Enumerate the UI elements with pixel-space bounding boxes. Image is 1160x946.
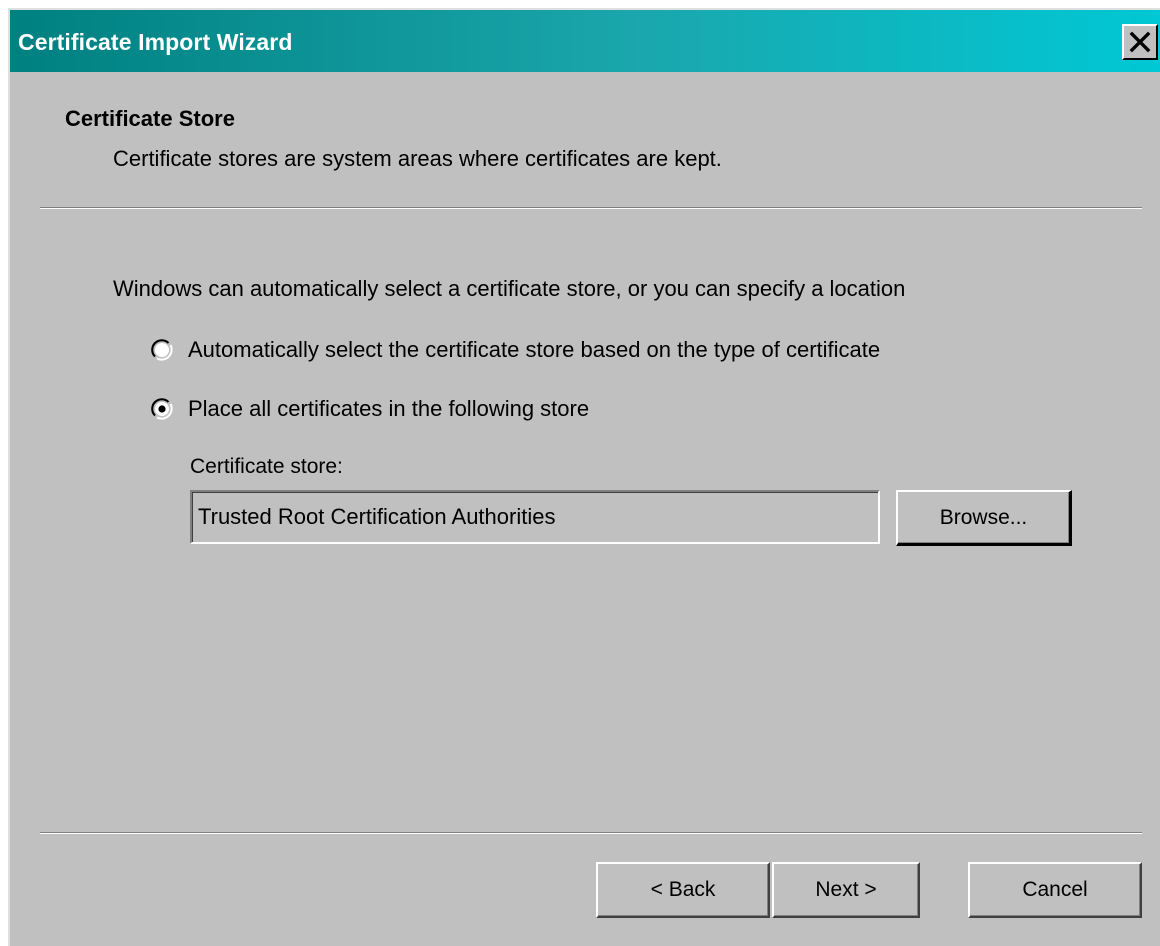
close-button[interactable]	[1122, 24, 1158, 60]
certificate-store-field[interactable]	[190, 490, 880, 544]
close-icon	[1129, 31, 1151, 53]
page-subtitle: Certificate stores are system areas wher…	[113, 146, 722, 171]
back-button[interactable]: < Back	[596, 862, 770, 918]
page-title: Certificate Store	[65, 106, 235, 131]
next-button[interactable]: Next >	[772, 862, 920, 918]
header-divider	[40, 207, 1142, 209]
cancel-button[interactable]: Cancel	[968, 862, 1142, 918]
footer-divider	[40, 832, 1142, 834]
intro-text: Windows can automatically select a certi…	[113, 276, 906, 301]
auto-select-label: Automatically select the certificate sto…	[188, 337, 881, 362]
radio-dot-icon	[158, 405, 166, 413]
certificate-store-label: Certificate store:	[190, 455, 343, 478]
browse-button[interactable]: Browse...	[896, 490, 1072, 546]
window-title: Certificate Import Wizard	[18, 29, 293, 55]
place-in-store-radio[interactable]	[150, 397, 174, 421]
place-in-store-option[interactable]: Place all certificates in the following …	[150, 396, 589, 422]
auto-select-option[interactable]: Automatically select the certificate sto…	[150, 337, 880, 363]
place-in-store-label: Place all certificates in the following …	[188, 396, 590, 421]
auto-select-radio[interactable]	[150, 338, 174, 362]
title-bar[interactable]: Certificate Import Wizard	[10, 10, 1160, 72]
wizard-window: Certificate Import Wizard Certificate St…	[8, 8, 1160, 946]
